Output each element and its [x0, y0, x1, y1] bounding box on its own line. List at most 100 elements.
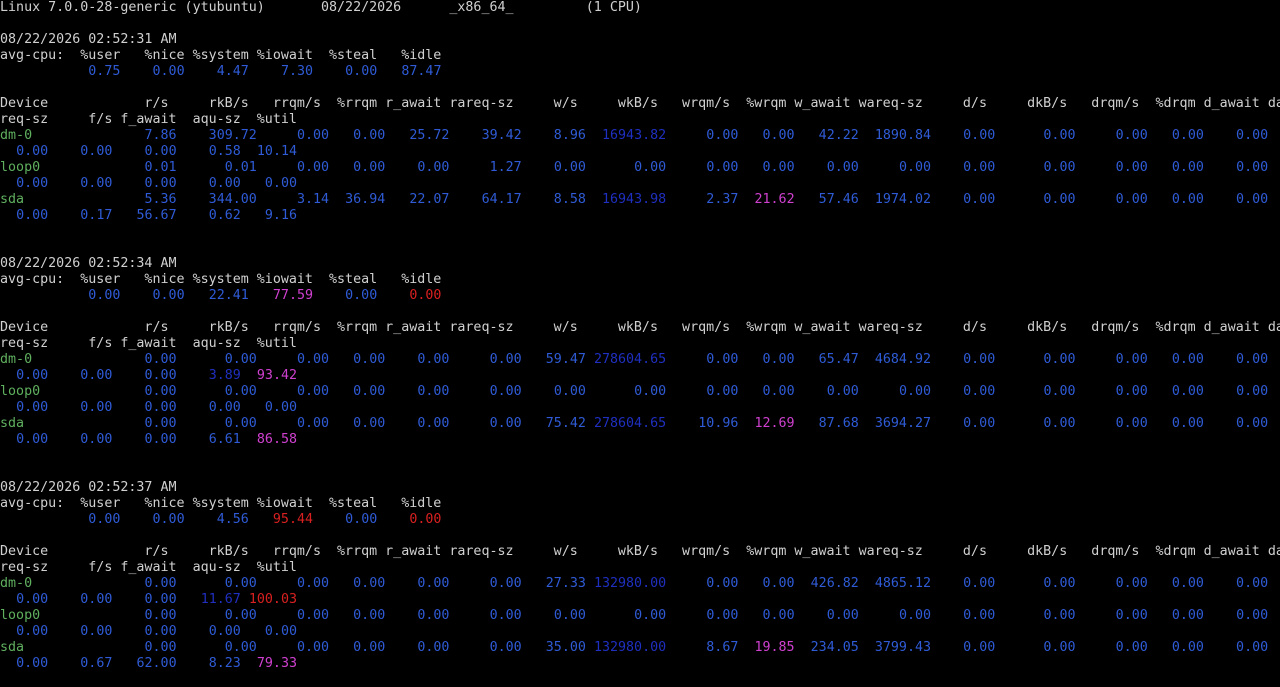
- metric-value: 6.61: [208, 432, 241, 447]
- metric-value: 0.00: [353, 352, 386, 367]
- metric-value: 0.00: [489, 352, 522, 367]
- device-name: dm-0: [0, 352, 33, 367]
- metric-value: 0.00: [553, 160, 586, 175]
- metric-value: 27.33: [545, 576, 586, 591]
- metric-value: 0.00: [409, 288, 442, 303]
- metric-value: 100.03: [248, 592, 297, 607]
- metric-value: 0.00: [144, 352, 177, 367]
- metric-value: 0.00: [963, 192, 996, 207]
- terminal-line: 0.00 0.00 0.00 3.89 93.42: [0, 368, 1280, 384]
- metric-value: 8.67: [706, 640, 739, 655]
- metric-value: 36.94: [345, 192, 386, 207]
- metric-value: 0.00: [417, 576, 450, 591]
- metric-value: 0.00: [296, 640, 330, 655]
- metric-value: 0.00: [1043, 352, 1076, 367]
- terminal-line: 0.00 0.00 0.00 6.61 86.58: [0, 432, 1280, 448]
- metric-value: 0.00: [1171, 640, 1204, 655]
- metric-value: 0.00: [1236, 416, 1269, 431]
- metric-value: 0.00: [1236, 576, 1269, 591]
- metric-value: 0.00: [144, 576, 177, 591]
- metric-value: 0.00: [16, 592, 49, 607]
- metric-value: 86.58: [256, 432, 298, 447]
- terminal-line: sda 0.00 0.00 0.00 0.00 0.00 0.00 35.00 …: [0, 640, 1280, 656]
- metric-value: 0.00: [353, 640, 386, 655]
- metric-value: 0.00: [16, 432, 49, 447]
- device-name: loop0: [0, 160, 41, 175]
- metric-value: 0.00: [634, 160, 667, 175]
- metric-value: 0.00: [224, 608, 257, 623]
- metric-value: 0.00: [1115, 160, 1148, 175]
- terminal-line: req-sz f/s f_await aqu-sz %util: [0, 112, 1280, 128]
- terminal-text: avg-cpu: %user %nice %system %iowait %st…: [0, 48, 442, 63]
- metric-value: 132980.00: [593, 576, 667, 591]
- metric-value: 0.00: [489, 576, 522, 591]
- metric-value: 0.00: [417, 640, 450, 655]
- metric-value: 0.00: [417, 416, 450, 431]
- metric-value: 0.00: [296, 608, 330, 623]
- terminal-line: loop0 0.00 0.00 0.00 0.00 0.00 0.00 0.00…: [0, 608, 1280, 624]
- metric-value: 0.67: [80, 656, 113, 671]
- metric-value: 0.58: [208, 144, 241, 159]
- metric-value: 10.96: [698, 416, 739, 431]
- terminal-line: dm-0 0.00 0.00 0.00 0.00 0.00 0.00 27.33…: [0, 576, 1280, 592]
- terminal-text: Device r/s rkB/s rrqm/s %rrqm r_await ra…: [0, 544, 1280, 559]
- metric-value: 0.75: [88, 64, 121, 79]
- metric-value: 278604.65: [593, 416, 667, 431]
- metric-value: 0.00: [1115, 576, 1148, 591]
- terminal-line: 08/22/2026 02:52:34 AM: [0, 256, 1280, 272]
- metric-value: 278604.65: [593, 352, 667, 367]
- terminal-line: 08/22/2026 02:52:31 AM: [0, 32, 1280, 48]
- terminal-line: sda 5.36 344.00 3.14 36.94 22.07 64.17 8…: [0, 192, 1280, 208]
- metric-value: 35.00: [545, 640, 586, 655]
- metric-value: 3694.27: [874, 416, 932, 431]
- metric-value: 0.00: [963, 608, 996, 623]
- metric-value: 95.44: [272, 512, 314, 527]
- metric-value: 0.00: [144, 400, 177, 415]
